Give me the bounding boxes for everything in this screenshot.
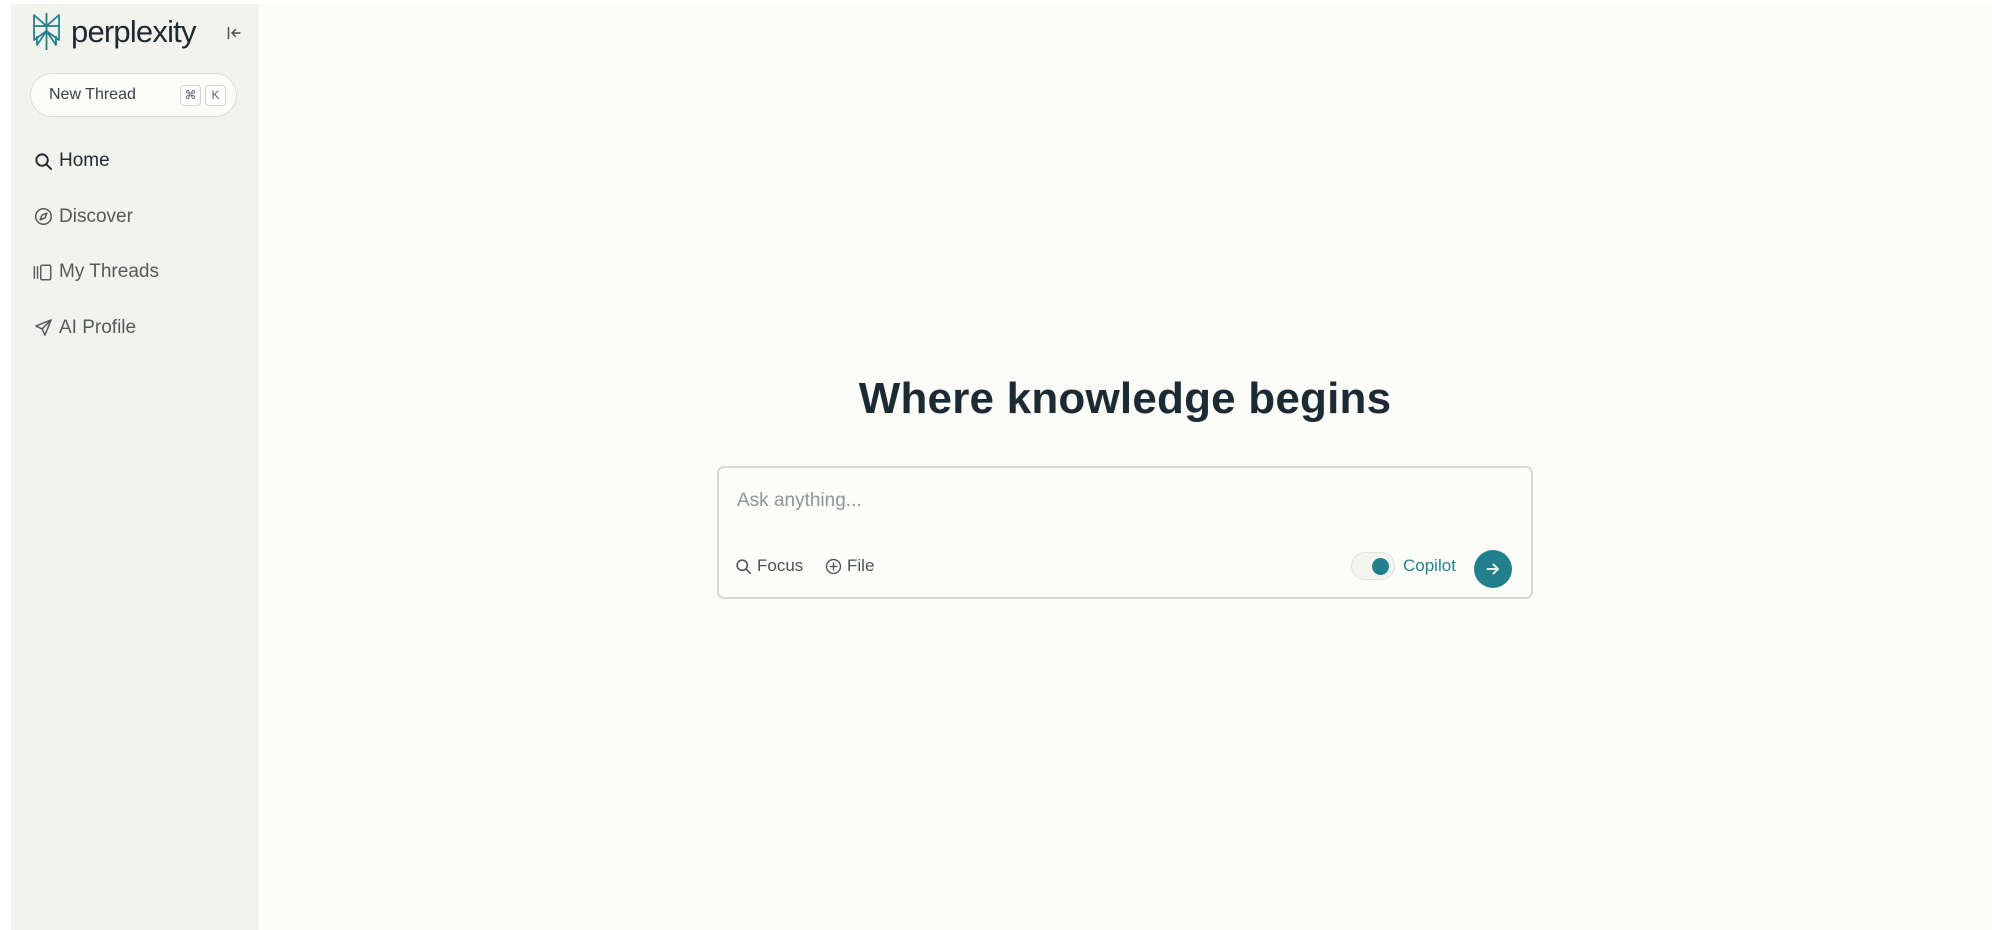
sidebar-item-label: Discover [59, 205, 133, 227]
sidebar-item-label: AI Profile [59, 316, 137, 338]
perplexity-logo-icon [33, 13, 60, 50]
new-thread-button[interactable]: New Thread ⌘ K [30, 73, 237, 117]
collapse-sidebar-button[interactable] [223, 22, 245, 44]
search-icon [33, 151, 53, 171]
search-box: Focus File Copilot [717, 466, 1533, 599]
sidebar-item-home[interactable]: Home [33, 146, 243, 176]
focus-label: Focus [757, 556, 804, 575]
brand-name: perplexity [71, 13, 196, 49]
copilot-switch[interactable] [1351, 552, 1395, 580]
new-thread-label: New Thread [49, 86, 136, 103]
sidebar-item-label: Home [59, 150, 110, 171]
attach-file-button[interactable]: File [825, 556, 874, 576]
sidebar-item-label: My Threads [59, 261, 159, 282]
file-label: File [847, 556, 875, 575]
main-content: Where knowledge begins Focus [258, 4, 1992, 930]
search-icon [736, 558, 752, 574]
page-title: Where knowledge begins [858, 374, 1392, 423]
send-icon [33, 318, 53, 338]
shortcut-k-key: K [205, 84, 226, 106]
copilot-label: Copilot [1403, 556, 1456, 575]
search-input[interactable] [737, 484, 1507, 518]
switch-knob [1372, 558, 1389, 575]
copilot-toggle[interactable]: Copilot [1351, 552, 1456, 580]
sidebar-item-my-threads[interactable]: My Threads [33, 257, 243, 287]
collapse-left-icon [227, 26, 241, 40]
arrow-right-icon [1486, 563, 1499, 575]
brand-logo[interactable]: perplexity [30, 11, 196, 52]
plus-circle-icon [825, 558, 842, 574]
sidebar: perplexity New Thread ⌘ K Home Discover … [11, 4, 258, 930]
sidebar-item-discover[interactable]: Discover [33, 202, 243, 232]
app-frame: perplexity New Thread ⌘ K Home Discover … [11, 4, 1992, 930]
submit-button[interactable] [1474, 550, 1512, 588]
sidebar-nav: Home Discover My Threads AI Profile [33, 146, 243, 368]
sidebar-item-ai-profile[interactable]: AI Profile [33, 313, 243, 343]
library-icon [33, 262, 53, 282]
compass-icon [33, 207, 53, 227]
focus-button[interactable]: Focus [735, 556, 803, 576]
shortcut-cmd-key: ⌘ [180, 84, 201, 106]
